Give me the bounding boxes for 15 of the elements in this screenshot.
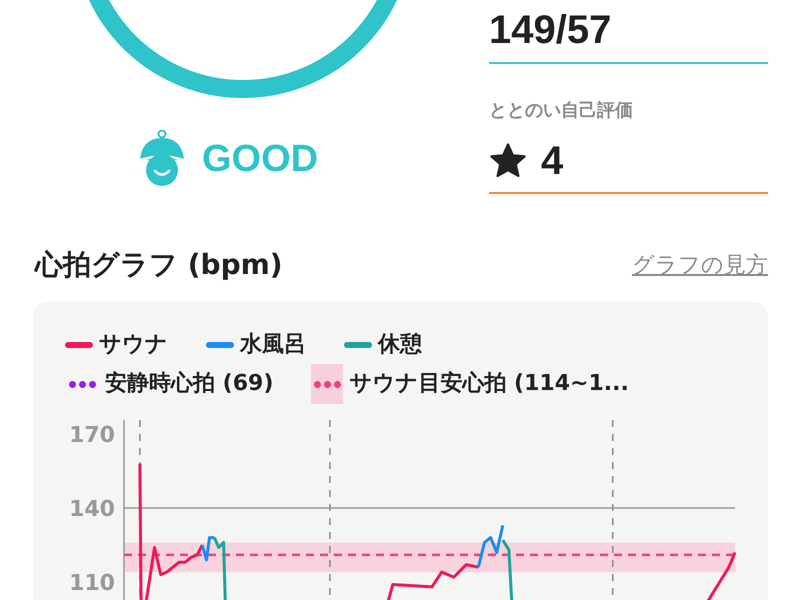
legend-label: 休憩 [378,331,422,359]
rating-label: ととのい自己評価 [489,99,633,122]
status-label: GOOD [202,138,318,180]
graph-guide-link[interactable]: グラフの見方 [632,250,768,280]
section-title: 心拍グラフ (bpm) [35,247,283,283]
legend-label: サウナ [99,331,168,359]
legend-label: 安静時心拍 (69) [105,370,274,398]
y-tick-label: 110 [69,571,115,596]
rating-value: 4 [541,138,564,184]
legend-label: 水風呂 [240,331,306,359]
y-tick-label: 170 [69,423,115,448]
star-icon [489,143,527,179]
legend-label: サウナ目安心拍 (114~1... [349,370,629,398]
blood-pressure-value: 149/57 [489,0,768,64]
y-tick-label: 140 [69,497,115,522]
